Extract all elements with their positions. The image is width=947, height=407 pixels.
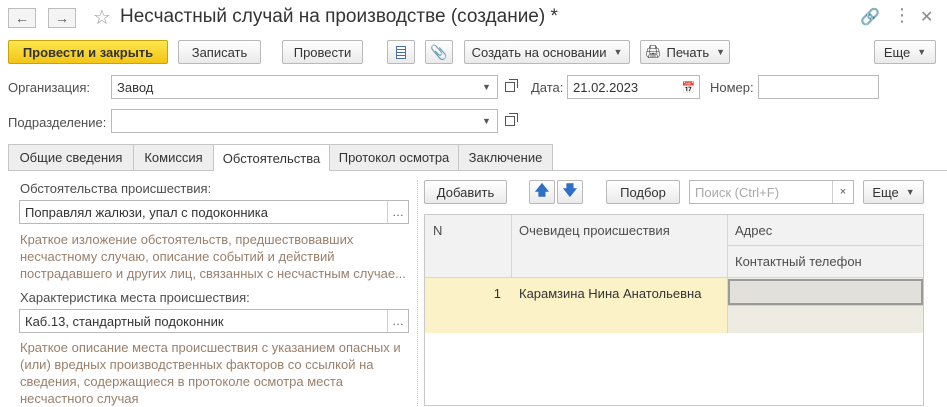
attachments-button[interactable]: 📎 bbox=[425, 40, 453, 64]
tab-circumstances-label: Обстоятельства bbox=[222, 150, 321, 166]
tab-commission[interactable]: Комиссия bbox=[133, 144, 214, 170]
more-button[interactable]: Еще ▼ bbox=[874, 40, 936, 64]
tab-inspection-protocol[interactable]: Протокол осмотра bbox=[329, 144, 459, 170]
tab-inspection-protocol-label: Протокол осмотра bbox=[338, 150, 450, 165]
division-field[interactable]: ▼ bbox=[111, 109, 498, 133]
document-list-icon bbox=[396, 45, 406, 59]
date-label: Дата: bbox=[531, 80, 564, 95]
back-button[interactable]: ← bbox=[8, 8, 36, 28]
circumstances-field[interactable]: Поправлял жалюзи, упал с подоконника … bbox=[19, 200, 409, 224]
open-link-icon bbox=[505, 79, 518, 92]
print-button[interactable]: 🖨 Печать ▼ bbox=[640, 40, 730, 64]
tab-general-label: Общие сведения bbox=[19, 150, 123, 165]
column-address[interactable]: Адрес bbox=[735, 223, 772, 238]
date-field[interactable]: 21.02.2023 📅 bbox=[567, 75, 700, 99]
witnesses-table[interactable]: N Очевидец происшествия Адрес Контактный… bbox=[424, 214, 924, 406]
row-number: 1 bbox=[493, 286, 501, 301]
arrow-up-icon: 🡅 bbox=[534, 182, 550, 198]
favorite-star-icon[interactable]: ☆ bbox=[93, 5, 111, 30]
place-value: Каб.13, стандартный подоконник bbox=[25, 313, 224, 329]
column-n[interactable]: N bbox=[433, 223, 442, 238]
move-down-button[interactable]: 🡇 bbox=[557, 180, 583, 204]
chevron-down-icon[interactable]: ▼ bbox=[476, 76, 497, 98]
row-divider bbox=[728, 305, 923, 306]
select-button[interactable]: Подбор bbox=[606, 180, 680, 204]
place-hint: Краткое описание места происшествия с ук… bbox=[20, 339, 401, 407]
header-divider bbox=[727, 245, 923, 246]
hint-line: несчастного случая bbox=[20, 391, 139, 406]
place-field[interactable]: Каб.13, стандартный подоконник … bbox=[19, 309, 409, 333]
place-label: Характеристика места происшествия: bbox=[20, 290, 250, 305]
create-based-on-label: Создать на основании bbox=[471, 44, 607, 60]
organization-value: Завод bbox=[117, 79, 154, 95]
link-icon[interactable]: 🔗 bbox=[860, 7, 880, 27]
add-label: Добавить bbox=[436, 184, 495, 200]
division-label: Подразделение: bbox=[8, 115, 107, 130]
circumstances-label: Обстоятельства происшествия: bbox=[20, 181, 212, 196]
save-button[interactable]: Записать bbox=[178, 40, 261, 64]
create-based-on-button[interactable]: Создать на основании ▼ bbox=[464, 40, 630, 64]
move-up-button[interactable]: 🡅 bbox=[529, 180, 555, 204]
witness-name: Карамзина Нина Анатольевна bbox=[519, 286, 702, 301]
column-witness[interactable]: Очевидец происшествия bbox=[519, 223, 670, 238]
more-label: Еще bbox=[883, 44, 911, 60]
tab-conclusion[interactable]: Заключение bbox=[458, 144, 553, 170]
tab-general[interactable]: Общие сведения bbox=[8, 144, 134, 170]
save-label: Записать bbox=[191, 44, 248, 60]
circumstances-value: Поправлял жалюзи, упал с подоконника bbox=[25, 204, 268, 220]
organization-field[interactable]: Завод ▼ bbox=[111, 75, 498, 99]
number-label: Номер: bbox=[710, 80, 754, 95]
date-value: 21.02.2023 bbox=[573, 79, 639, 95]
column-phone[interactable]: Контактный телефон bbox=[735, 254, 862, 269]
add-witness-button[interactable]: Добавить bbox=[424, 180, 507, 204]
table-more-button[interactable]: Еще ▼ bbox=[863, 180, 924, 204]
table-more-label: Еще bbox=[872, 184, 899, 200]
organization-label: Организация: bbox=[8, 80, 91, 95]
post-label: Провести bbox=[293, 44, 352, 60]
tab-circumstances[interactable]: Обстоятельства bbox=[213, 144, 330, 171]
tab-conclusion-label: Заключение bbox=[468, 150, 543, 165]
ellipsis-icon[interactable]: … bbox=[387, 201, 408, 223]
print-label: Печать bbox=[666, 44, 710, 60]
chevron-down-icon[interactable]: ▼ bbox=[476, 110, 497, 132]
forward-button[interactable]: → bbox=[48, 8, 76, 28]
arrow-left-icon: ← bbox=[15, 10, 29, 26]
calendar-icon[interactable]: 📅 bbox=[678, 76, 699, 98]
number-field[interactable] bbox=[758, 75, 879, 99]
tab-divider bbox=[8, 170, 947, 171]
paperclip-icon: 📎 bbox=[430, 43, 448, 60]
printer-icon: 🖨 bbox=[644, 44, 662, 59]
hint-line: пострадавшего и других лиц, связанных с … bbox=[20, 266, 406, 281]
hint-line: (или) вредных производственных факторов … bbox=[20, 357, 374, 372]
tab-commission-label: Комиссия bbox=[144, 150, 203, 165]
circumstances-hint: Краткое изложение обстоятельств, предшес… bbox=[20, 231, 406, 282]
page-title: Несчастный случай на производстве (созда… bbox=[120, 6, 558, 27]
post-and-close-button[interactable]: Провести и закрыть bbox=[8, 40, 168, 64]
hint-line: несчастному случаю, описание событий и д… bbox=[20, 249, 335, 264]
clear-search-icon[interactable]: × bbox=[832, 181, 853, 203]
open-link-icon bbox=[505, 113, 518, 126]
chevron-down-icon: ▼ bbox=[613, 47, 623, 57]
arrow-right-icon: → bbox=[55, 10, 69, 26]
document-list-button[interactable] bbox=[387, 40, 415, 64]
hint-line: Краткое изложение обстоятельств, предшес… bbox=[20, 232, 354, 247]
ellipsis-icon[interactable]: … bbox=[387, 310, 408, 332]
address-cell[interactable] bbox=[728, 279, 923, 305]
post-and-close-label: Провести и закрыть bbox=[22, 44, 154, 60]
open-organization-button[interactable] bbox=[500, 76, 520, 98]
post-button[interactable]: Провести bbox=[282, 40, 363, 64]
search-input[interactable]: Поиск (Ctrl+F) × bbox=[689, 180, 854, 204]
select-label: Подбор bbox=[620, 184, 666, 200]
chevron-down-icon: ▼ bbox=[905, 187, 915, 197]
chevron-down-icon: ▼ bbox=[917, 47, 927, 57]
search-placeholder: Поиск (Ctrl+F) bbox=[695, 184, 780, 200]
arrow-down-icon: 🡇 bbox=[562, 182, 578, 198]
open-division-button[interactable] bbox=[500, 110, 520, 132]
more-vertical-icon[interactable]: ⋮ bbox=[893, 5, 911, 26]
hint-line: сведения, содержащиеся в протоколе осмот… bbox=[20, 374, 343, 389]
hint-line: Краткое описание места происшествия с ук… bbox=[20, 340, 401, 355]
close-icon[interactable]: ✕ bbox=[920, 7, 933, 27]
column-splitter[interactable] bbox=[417, 180, 418, 406]
chevron-down-icon: ▼ bbox=[716, 47, 726, 57]
